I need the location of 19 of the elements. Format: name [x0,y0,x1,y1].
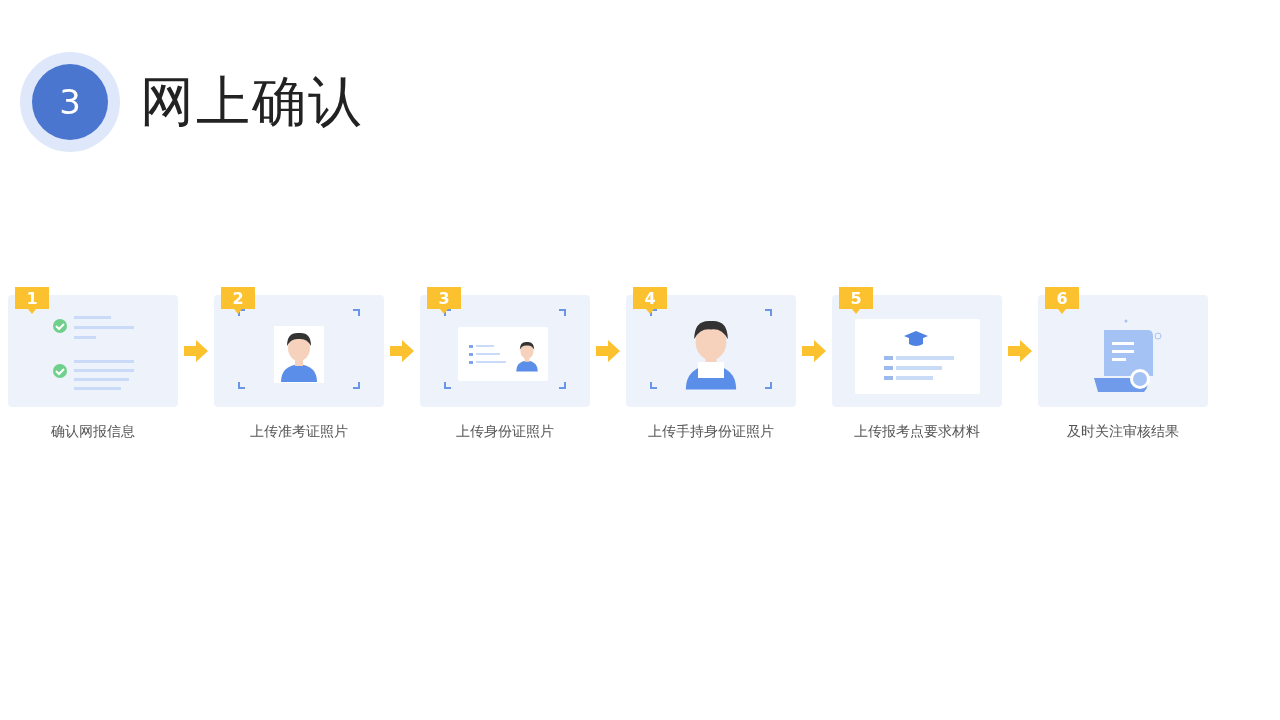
step-badge: 6 [1045,287,1079,314]
arrow-icon [802,340,826,362]
step-label: 上传手持身份证照片 [648,423,774,441]
step-label: 确认网报信息 [51,423,135,441]
step-badge: 1 [15,287,49,314]
arrow-icon [184,340,208,362]
arrow-icon [390,340,414,362]
arrow-icon [596,340,620,362]
step-label: 上传报考点要求材料 [854,423,980,441]
step-label: 上传身份证照片 [456,423,554,441]
section-title: 网上确认 [140,68,364,135]
step-badge: 2 [221,287,255,314]
step-number: 3 [32,64,108,140]
step-label: 上传准考证照片 [250,423,348,441]
step-badge: 3 [427,287,461,314]
step-badge: 5 [839,287,873,314]
step-badge: 4 [633,287,667,314]
step-label: 及时关注审核结果 [1067,423,1179,441]
arrow-icon [1008,340,1032,362]
